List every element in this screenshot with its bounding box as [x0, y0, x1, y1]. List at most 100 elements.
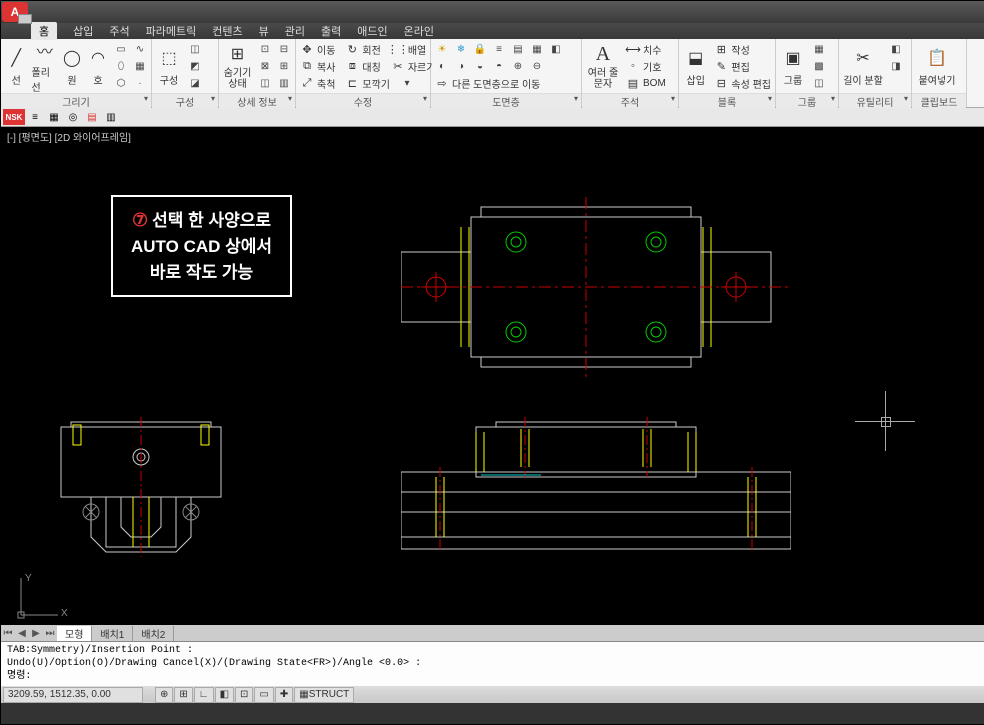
copy-button[interactable]: ⧉복사 — [298, 58, 337, 74]
rect-icon[interactable]: ▭ — [112, 41, 130, 57]
panel-draw-label[interactable]: 그리기 — [1, 93, 151, 108]
panel-block-label[interactable]: 블록 — [679, 93, 775, 108]
panel-detail-label[interactable]: 상세 정보 — [219, 93, 295, 108]
qt-icon-2[interactable]: ▦ — [45, 109, 63, 125]
qt-icon-5[interactable]: ▥ — [102, 109, 120, 125]
block-edit-button[interactable]: ✎편집 — [712, 58, 773, 74]
hatch-icon[interactable]: ▦ — [131, 58, 149, 74]
tab-manage[interactable]: 관리 — [285, 23, 305, 39]
layer-icon-11[interactable]: ◓ — [490, 58, 508, 74]
layer-icon-4[interactable]: ≡ — [490, 41, 508, 57]
layer-icon-3[interactable]: 🔒 — [471, 41, 489, 57]
tab-model[interactable]: 모형 — [57, 626, 92, 641]
tab-output[interactable]: 출력 — [321, 23, 341, 39]
panel-annot-label[interactable]: 주석 — [582, 93, 678, 108]
leader-button[interactable]: ◦기호 — [624, 58, 668, 74]
util-mini-2[interactable]: ◨ — [887, 58, 905, 74]
panel-edit-label[interactable]: 수정 — [296, 93, 430, 108]
layer-move-button[interactable]: ⇨다른 도면층으로 이동 — [433, 75, 542, 91]
point-icon[interactable]: ∙ — [131, 75, 149, 91]
modify-mini-3[interactable]: ◪ — [186, 75, 204, 91]
nsk-button[interactable]: NSK — [3, 109, 25, 125]
util-mini-1[interactable]: ◧ — [887, 41, 905, 57]
polygon-icon[interactable]: ⬡ — [112, 75, 130, 91]
panel-modify-label[interactable]: 구성 — [152, 93, 218, 108]
sb-struct[interactable]: ▦ STRUCT — [294, 687, 354, 703]
bom-button[interactable]: ▤BOM — [624, 75, 668, 91]
tab-content[interactable]: 컨텐츠 — [212, 23, 242, 39]
block-attedit-button[interactable]: ⊟속성 편집 — [712, 75, 773, 91]
modify-mini-1[interactable]: ◫ — [186, 41, 204, 57]
tab-layout2[interactable]: 배치2 — [133, 626, 174, 641]
command-line[interactable]: TAB:Symmetry)/Insertion Point : Undo(U)/… — [1, 641, 984, 686]
layer-icon-6[interactable]: ▦ — [528, 41, 546, 57]
sb-icon-3[interactable]: ∟ — [194, 687, 214, 703]
dim-button[interactable]: ⟷치수 — [624, 41, 668, 57]
layer-icon-8[interactable]: ◐ — [433, 58, 451, 74]
paste-button[interactable]: 📋붙여넣기 — [914, 41, 960, 91]
detail-mini-2[interactable]: ⊟ — [275, 41, 293, 57]
detail-mini-5[interactable]: ◫ — [256, 75, 274, 91]
stretch-button[interactable]: ⤢축척 — [298, 75, 337, 91]
edit-extra-icon[interactable]: ▾ — [398, 75, 416, 91]
offset-button[interactable]: ⊏모깍기 — [343, 75, 392, 91]
circle-button[interactable]: ◯원 — [60, 41, 84, 91]
sb-icon-1[interactable]: ⊕ — [155, 687, 173, 703]
tab-parametric[interactable]: 파라메트릭 — [146, 23, 197, 39]
detail-mini-4[interactable]: ⊞ — [275, 58, 293, 74]
sb-icon-5[interactable]: ⊡ — [235, 687, 253, 703]
rotate-button[interactable]: ↻회전 — [343, 41, 382, 57]
split-button[interactable]: ✂길이 분할 — [841, 41, 885, 91]
layer-icon-5[interactable]: ▤ — [509, 41, 527, 57]
group-button[interactable]: ▣그룹 — [778, 41, 808, 91]
sb-icon-2[interactable]: ⊞ — [174, 687, 192, 703]
mtext-button[interactable]: A여러 줄 문자 — [584, 41, 622, 91]
layer-icon-10[interactable]: ◒ — [471, 58, 489, 74]
layer-icon-1[interactable]: ☀ — [433, 41, 451, 57]
tab-view[interactable]: 뷰 — [259, 23, 269, 39]
modify-mini-2[interactable]: ◩ — [186, 58, 204, 74]
qt-icon-3[interactable]: ◎ — [64, 109, 82, 125]
group-mini-3[interactable]: ◫ — [810, 75, 828, 91]
layer-icon-13[interactable]: ⊖ — [528, 58, 546, 74]
arc-button[interactable]: ◠호 — [86, 41, 110, 91]
tab-layout1[interactable]: 배치1 — [92, 626, 133, 641]
command-prompt[interactable]: 명령: — [7, 670, 979, 683]
group-mini-2[interactable]: ▩ — [810, 58, 828, 74]
detail-mini-3[interactable]: ⊠ — [256, 58, 274, 74]
sb-icon-4[interactable]: ◧ — [215, 687, 234, 703]
ellipse-icon[interactable]: ⬯ — [112, 58, 130, 74]
panel-group-label[interactable]: 그룹 — [776, 93, 838, 108]
compose-button[interactable]: ⬚구성 — [154, 41, 184, 91]
mirror-button[interactable]: ⧈대칭 — [343, 58, 382, 74]
layer-icon-9[interactable]: ◑ — [452, 58, 470, 74]
qt-icon-1[interactable]: ≡ — [26, 109, 44, 125]
detail-mini-1[interactable]: ⊡ — [256, 41, 274, 57]
tab-nav-next[interactable]: ▶ — [29, 628, 43, 639]
tab-online[interactable]: 온라인 — [404, 23, 434, 39]
panel-utility-label[interactable]: 유틸리티 — [839, 93, 911, 108]
tab-nav-last[interactable]: ⏭ — [43, 628, 57, 639]
tab-nav-first[interactable]: ⏮ — [1, 628, 15, 639]
block-insert-button[interactable]: ⬓삽입 — [681, 41, 710, 91]
qt-icon-4[interactable]: ▤ — [83, 109, 101, 125]
tab-insert[interactable]: 삽입 — [73, 23, 93, 39]
hide-button[interactable]: ⊞숨기기 상태 — [221, 41, 254, 91]
layer-icon-2[interactable]: ❄ — [452, 41, 470, 57]
tab-nav-prev[interactable]: ◀ — [15, 628, 29, 639]
detail-mini-6[interactable]: ▥ — [275, 75, 293, 91]
panel-layer-label[interactable]: 도면층 — [431, 93, 581, 108]
block-create-button[interactable]: ⊞작성 — [712, 41, 773, 57]
layer-icon-7[interactable]: ◧ — [547, 41, 565, 57]
layer-icon-12[interactable]: ⊕ — [509, 58, 527, 74]
group-mini-1[interactable]: ▦ — [810, 41, 828, 57]
line-button[interactable]: ╱선 — [3, 41, 30, 91]
move-button[interactable]: ✥이동 — [298, 41, 337, 57]
drawing-canvas[interactable]: [-] [평면도] [2D 와이어프레임] — [1, 127, 984, 641]
app-logo-icon[interactable]: A — [2, 2, 28, 22]
sb-icon-6[interactable]: ▭ — [254, 687, 273, 703]
tab-addins[interactable]: 애드인 — [357, 23, 387, 39]
tab-annotate[interactable]: 주석 — [109, 23, 129, 39]
spline-icon[interactable]: ∿ — [131, 41, 149, 57]
sb-icon-7[interactable]: ✚ — [275, 687, 293, 703]
